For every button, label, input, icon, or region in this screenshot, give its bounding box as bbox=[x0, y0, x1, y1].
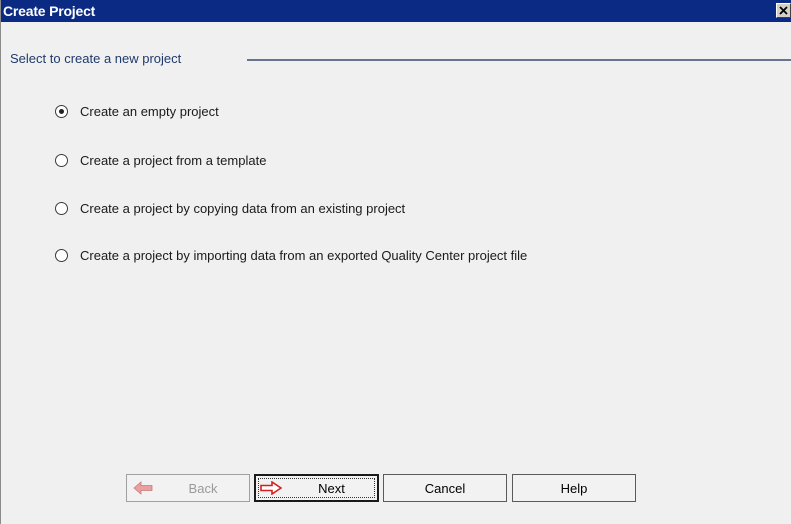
close-button[interactable] bbox=[776, 3, 791, 18]
radio-empty-project[interactable] bbox=[55, 104, 68, 118]
option-label: Create a project by copying data from an… bbox=[80, 200, 406, 216]
arrow-left-icon bbox=[133, 481, 153, 495]
create-project-dialog: Create Project Select to create a new pr… bbox=[0, 0, 791, 524]
help-label: Help bbox=[560, 480, 588, 496]
option-empty-project[interactable]: Create an empty project bbox=[55, 102, 219, 120]
back-button[interactable]: Back bbox=[126, 474, 250, 502]
option-label: Create a project by importing data from … bbox=[80, 247, 528, 263]
radio-copy-existing[interactable] bbox=[55, 201, 68, 215]
back-label: Back bbox=[188, 480, 218, 496]
next-label: Next bbox=[318, 480, 345, 496]
option-label: Create an empty project bbox=[80, 103, 219, 119]
window-title: Create Project bbox=[3, 3, 96, 19]
radio-from-template[interactable] bbox=[55, 153, 68, 167]
option-import-exported[interactable]: Create a project by importing data from … bbox=[55, 246, 527, 264]
cancel-button[interactable]: Cancel bbox=[383, 474, 507, 502]
option-copy-existing[interactable]: Create a project by copying data from an… bbox=[55, 199, 405, 217]
close-icon bbox=[779, 6, 788, 15]
radio-import-exported[interactable] bbox=[55, 248, 68, 262]
option-from-template[interactable]: Create a project from a template bbox=[55, 151, 266, 169]
group-header: Select to create a new project bbox=[10, 51, 182, 66]
next-button[interactable]: Next bbox=[254, 474, 379, 502]
cancel-label: Cancel bbox=[424, 480, 466, 496]
help-button[interactable]: Help bbox=[512, 474, 636, 502]
option-label: Create a project from a template bbox=[80, 152, 267, 168]
group-divider bbox=[247, 59, 791, 61]
arrow-right-icon bbox=[260, 481, 282, 495]
title-bar[interactable]: Create Project bbox=[1, 0, 791, 22]
